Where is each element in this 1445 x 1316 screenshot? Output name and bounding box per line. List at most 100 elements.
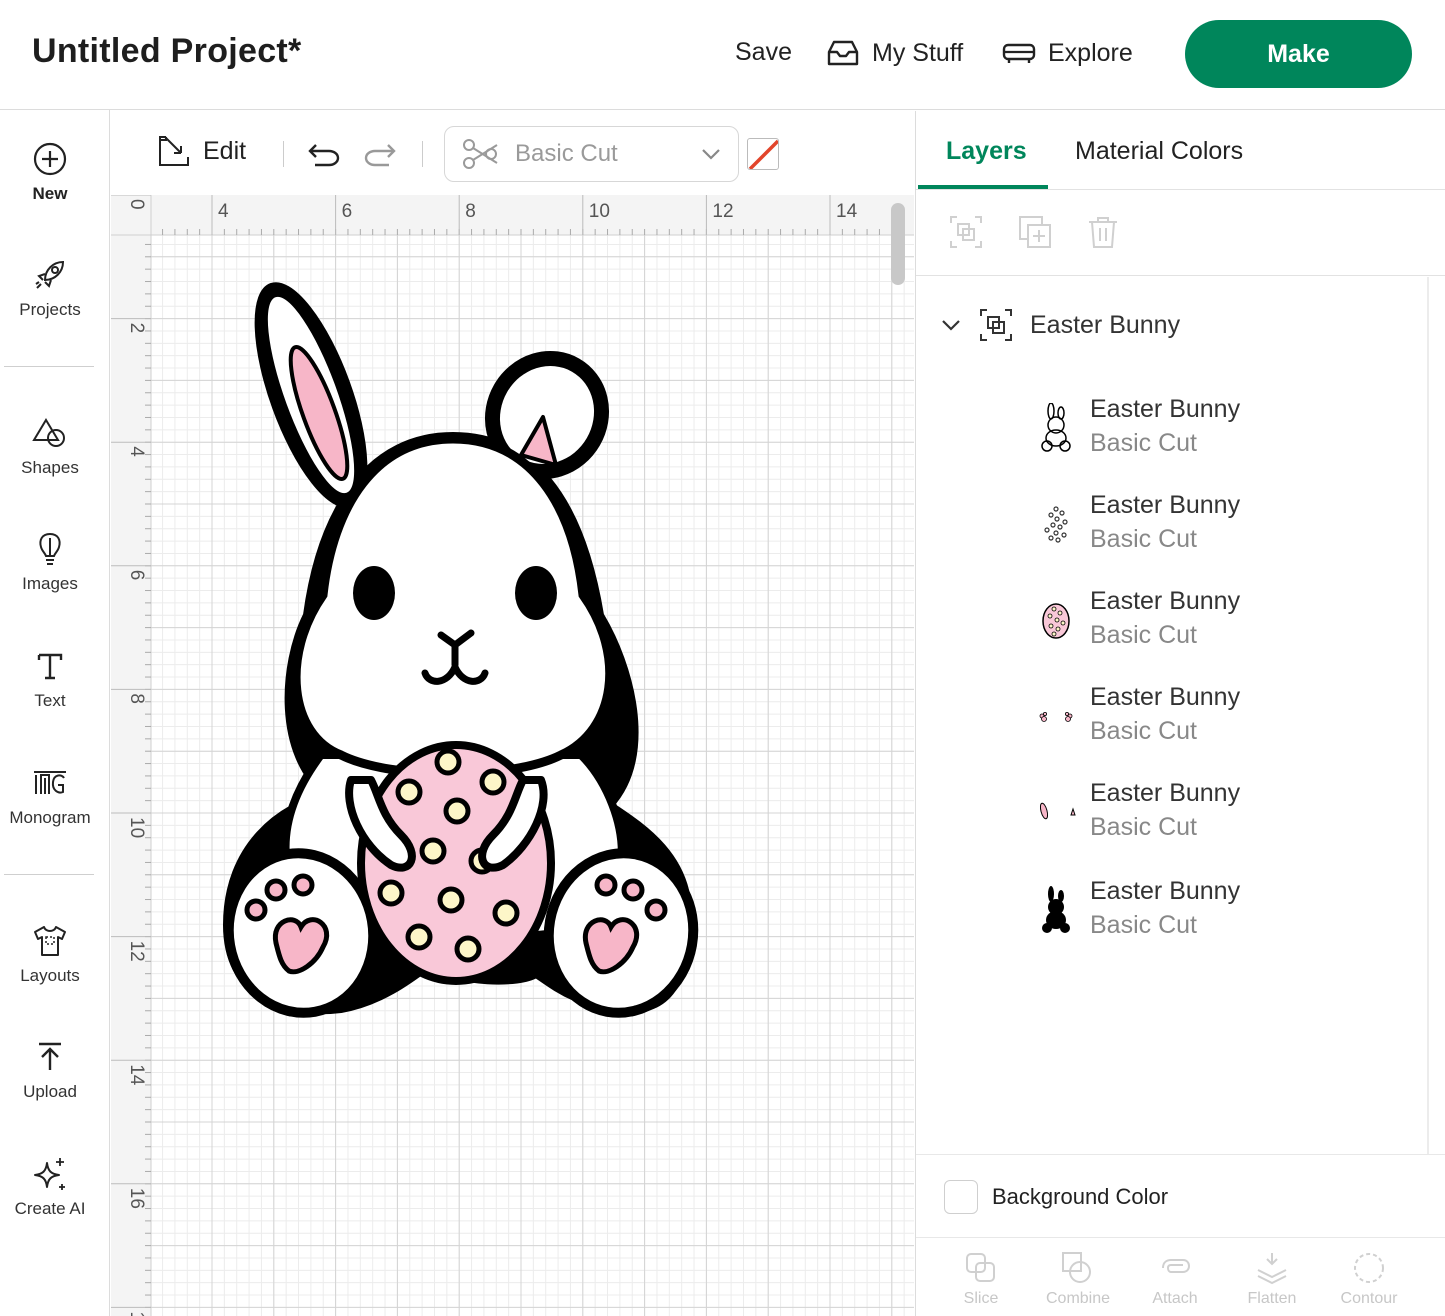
monogram-icon [34, 771, 66, 794]
bottom-tools-bar: Slice Combine Attach Flatten Contour [916, 1240, 1445, 1316]
tab-layers[interactable]: Layers [946, 137, 1027, 166]
layer-operation: Basic Cut [1090, 717, 1197, 745]
sidebar-item-upload[interactable]: Upload [0, 1038, 100, 1102]
layer-name: Easter Bunny [1090, 491, 1241, 519]
redo-icon[interactable] [363, 137, 397, 169]
sidebar-item-create-ai[interactable]: Create AI [0, 1155, 100, 1219]
sidebar-item-projects[interactable]: Projects [0, 256, 100, 320]
operation-select[interactable]: Basic Cut [444, 126, 739, 182]
canvas-toolbar: Edit Basic Cut [111, 111, 914, 195]
pink-egg-thumbnail [1042, 603, 1070, 639]
sidebar-label-monogram: Monogram [9, 808, 91, 827]
canvas-vertical-scrollbar[interactable] [891, 203, 905, 285]
combine-label: Combine [1045, 1290, 1111, 1307]
explore-label: Explore [1048, 38, 1133, 67]
layer-group-easter-bunny[interactable]: Easter Bunny [940, 307, 1180, 343]
sidebar-label-shapes: Shapes [21, 458, 79, 477]
edit-icon [159, 136, 189, 166]
contour-label: Contour [1340, 1290, 1398, 1307]
layer-row[interactable]: Easter Bunny Basic Cut [1026, 395, 1416, 475]
toolbar-divider [283, 141, 284, 167]
left-sidebar: New Projects Shapes Images Text Monogram… [0, 110, 110, 1316]
contour-icon [1354, 1253, 1384, 1283]
easter-bunny-design[interactable] [111, 195, 914, 1316]
slice-button[interactable]: Slice [936, 1250, 1026, 1308]
layer-name: Easter Bunny [1090, 587, 1241, 615]
attach-label: Attach [1152, 1290, 1198, 1307]
sidebar-item-text[interactable]: Text [0, 647, 100, 711]
sidebar-item-shapes[interactable]: Shapes [0, 414, 100, 478]
make-button[interactable]: Make [1185, 20, 1412, 88]
rocket-icon [35, 260, 65, 289]
chevron-down-icon [942, 320, 960, 331]
color-swatch-none[interactable] [747, 138, 779, 170]
layer-actions-bar [916, 190, 1445, 276]
sidebar-item-layouts[interactable]: Layouts [0, 922, 100, 986]
group-icon[interactable] [948, 214, 984, 250]
explore-button[interactable]: Explore [1002, 38, 1133, 68]
undo-icon[interactable] [307, 137, 341, 169]
bunny-silhouette-thumbnail [1042, 886, 1070, 933]
paperclip-icon [1162, 1259, 1191, 1273]
layer-row[interactable]: Easter Bunny Basic Cut [1026, 683, 1416, 763]
layer-operation: Basic Cut [1090, 813, 1197, 841]
right-eye [515, 566, 557, 620]
trash-icon[interactable] [1085, 214, 1121, 250]
edit-button[interactable]: Edit [157, 133, 246, 169]
save-button[interactable]: Save [735, 38, 792, 67]
layer-operation: Basic Cut [1090, 621, 1197, 649]
shirt-icon [34, 926, 66, 956]
layer-row[interactable]: Easter Bunny Basic Cut [1026, 587, 1416, 667]
no-color-icon [748, 139, 778, 169]
combine-icon [1062, 1252, 1091, 1283]
tab-material-colors[interactable]: Material Colors [1075, 137, 1243, 166]
background-color-checkbox[interactable] [944, 1180, 978, 1214]
sidebar-label-upload: Upload [23, 1082, 77, 1101]
explore-icon [1002, 43, 1036, 63]
layer-operation: Basic Cut [1090, 525, 1197, 553]
flatten-icon [1257, 1253, 1287, 1285]
layers-scrollbar[interactable] [1427, 277, 1429, 1155]
layer-row[interactable]: Easter Bunny Basic Cut [1026, 877, 1416, 957]
chevron-down-icon [702, 149, 720, 160]
save-label: Save [735, 38, 792, 66]
sidebar-label-create-ai: Create AI [14, 1199, 86, 1218]
inbox-icon [827, 40, 859, 66]
my-stuff-button[interactable]: My Stuff [826, 38, 963, 68]
bunny-outline-thumbnail [1041, 403, 1071, 452]
attach-button[interactable]: Attach [1130, 1250, 1220, 1308]
sidebar-divider [4, 874, 94, 875]
sidebar-label-layouts: Layouts [20, 966, 80, 985]
upload-icon [39, 1042, 61, 1070]
left-eye [353, 566, 395, 620]
project-title[interactable]: Untitled Project* [32, 32, 302, 71]
layer-name: Easter Bunny [1090, 395, 1241, 423]
scissors-icon [463, 139, 498, 169]
layer-name: Easter Bunny [1090, 683, 1241, 711]
plus-circle-icon [33, 142, 67, 176]
paws-thumbnail [1039, 711, 1073, 722]
layers-panel: Layers Material Colors Easter Bunny East… [915, 111, 1445, 1316]
combine-button[interactable]: Combine [1033, 1250, 1123, 1308]
design-canvas[interactable]: 468101214024681012141618 [111, 195, 914, 1316]
duplicate-icon[interactable] [1017, 214, 1053, 250]
sidebar-label-images: Images [22, 574, 78, 593]
background-color-label: Background Color [992, 1184, 1169, 1209]
flatten-label: Flatten [1247, 1290, 1297, 1307]
sparkle-icon [34, 1158, 65, 1190]
toolbar-divider [422, 141, 423, 167]
ears-thumbnail [1039, 802, 1076, 820]
sidebar-item-new[interactable]: New [0, 140, 100, 204]
contour-button[interactable]: Contour [1324, 1250, 1414, 1308]
layer-row[interactable]: Easter Bunny Basic Cut [1026, 779, 1416, 859]
layer-row[interactable]: Easter Bunny Basic Cut [1026, 491, 1416, 571]
my-stuff-label: My Stuff [872, 38, 964, 67]
dots-thumbnail [1044, 506, 1068, 543]
lightbulb-icon [39, 532, 61, 565]
sidebar-item-monogram[interactable]: Monogram [0, 764, 100, 828]
flatten-button[interactable]: Flatten [1227, 1250, 1317, 1308]
group-icon [980, 309, 1012, 341]
app-header: Untitled Project* Save My Stuff Explore … [0, 0, 1445, 110]
sidebar-item-images[interactable]: Images [0, 530, 100, 594]
group-name: Easter Bunny [1030, 310, 1181, 339]
